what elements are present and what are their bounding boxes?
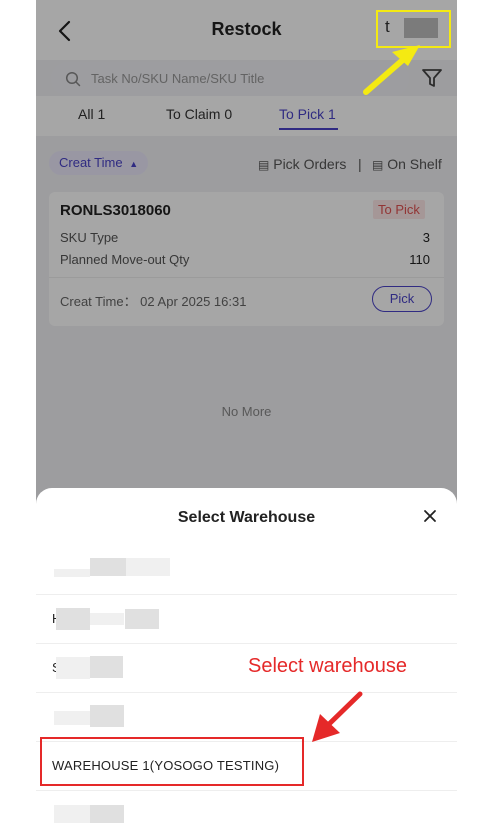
yellow-arrow-icon bbox=[363, 45, 420, 95]
red-arrow-icon bbox=[312, 691, 363, 742]
annotation-arrows bbox=[312, 45, 420, 742]
